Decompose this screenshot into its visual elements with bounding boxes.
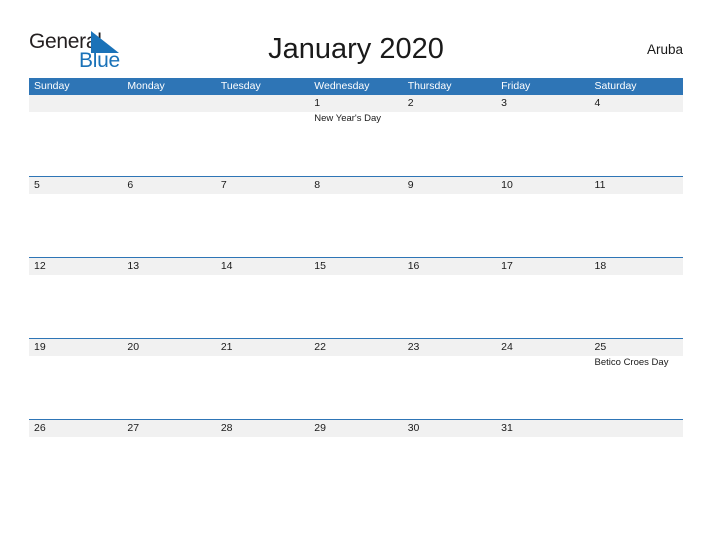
- day-cell[interactable]: 24: [496, 339, 590, 419]
- day-cell[interactable]: 6: [122, 177, 216, 257]
- day-cell[interactable]: 29: [309, 420, 403, 500]
- calendar-page: General Blue January 2020 Aruba Sunday M…: [0, 0, 712, 550]
- day-number: 24: [501, 341, 513, 353]
- day-number: 12: [34, 260, 46, 272]
- day-cell[interactable]: 31: [496, 420, 590, 500]
- calendar-week-row: 12 13 14 15 16 17 18: [29, 257, 683, 338]
- day-cell[interactable]: 1 New Year's Day: [309, 95, 403, 175]
- calendar-week-row: 26 27 28 29 30 31: [29, 419, 683, 500]
- weekday-header-row: Sunday Monday Tuesday Wednesday Thursday…: [29, 78, 683, 95]
- day-cell[interactable]: 14: [215, 258, 310, 338]
- day-cell[interactable]: 22: [309, 339, 403, 419]
- weekday-header-sunday: Sunday: [34, 80, 70, 92]
- day-cell[interactable]: 15: [309, 258, 403, 338]
- day-cell[interactable]: 25 Betico Croes Day: [589, 339, 683, 419]
- day-number: 23: [407, 341, 420, 353]
- day-cell[interactable]: 12: [29, 258, 123, 338]
- day-number: 21: [220, 341, 233, 353]
- day-cell[interactable]: [215, 95, 310, 175]
- page-header: General Blue January 2020 Aruba: [0, 28, 712, 74]
- day-cell[interactable]: 5: [29, 177, 123, 257]
- day-cell[interactable]: [122, 95, 216, 175]
- day-cell[interactable]: 4: [589, 95, 683, 175]
- weekday-header-wednesday: Wednesday: [314, 80, 370, 92]
- day-cell[interactable]: 13: [122, 258, 216, 338]
- calendar-week-row: 1 New Year's Day 2 3 4: [29, 95, 683, 176]
- day-number: 16: [407, 260, 420, 272]
- day-number: 20: [127, 341, 140, 353]
- day-cell[interactable]: 11: [589, 177, 683, 257]
- weekday-header-tuesday: Tuesday: [220, 80, 261, 92]
- day-cell[interactable]: 21: [215, 339, 310, 419]
- day-number: 9: [407, 179, 414, 191]
- day-cell[interactable]: 23: [402, 339, 497, 419]
- day-number: 1: [314, 97, 321, 109]
- calendar-week-row: 19 20 21 22 23 24 25 Betico Croes Day: [29, 338, 683, 419]
- day-number: 15: [314, 260, 326, 272]
- day-cell[interactable]: [29, 95, 123, 175]
- day-number: 11: [594, 179, 606, 191]
- day-number: 10: [501, 179, 513, 191]
- weekday-header-friday: Friday: [501, 80, 531, 92]
- day-number: 17: [501, 260, 513, 272]
- weekday-header-saturday: Saturday: [594, 80, 637, 92]
- day-cell[interactable]: 7: [215, 177, 310, 257]
- day-number: 28: [220, 422, 233, 434]
- day-number: 4: [594, 97, 601, 109]
- day-number: 26: [34, 422, 46, 434]
- day-cell[interactable]: 17: [496, 258, 590, 338]
- day-number: 25: [594, 341, 607, 353]
- day-cell[interactable]: 27: [122, 420, 216, 500]
- day-cell[interactable]: 19: [29, 339, 123, 419]
- country-label: Aruba: [646, 42, 683, 57]
- day-number: 22: [314, 341, 326, 353]
- day-cell[interactable]: 2: [402, 95, 497, 175]
- day-number: 2: [407, 97, 414, 109]
- page-title: January 2020: [268, 33, 444, 65]
- calendar-grid: Sunday Monday Tuesday Wednesday Thursday…: [29, 78, 683, 500]
- day-cell[interactable]: 18: [589, 258, 683, 338]
- day-number: 5: [34, 179, 40, 191]
- day-number: 29: [314, 422, 326, 434]
- weekday-header-thursday: Thursday: [407, 80, 452, 92]
- calendar-week-row: 5 6 7 8 9 10 11: [29, 176, 683, 257]
- day-event: New Year's Day: [314, 113, 382, 124]
- weekday-header-monday: Monday: [127, 80, 165, 92]
- day-cell[interactable]: 30: [402, 420, 497, 500]
- day-number: 13: [127, 260, 140, 272]
- day-cell[interactable]: 20: [122, 339, 216, 419]
- day-cell[interactable]: 9: [402, 177, 497, 257]
- day-number: 14: [220, 260, 233, 272]
- day-number: 19: [34, 341, 46, 353]
- day-cell[interactable]: 8: [309, 177, 403, 257]
- day-number: 6: [127, 179, 134, 191]
- day-number: 8: [314, 179, 321, 191]
- day-number: 18: [594, 260, 607, 272]
- day-number: 3: [501, 97, 507, 109]
- day-cell[interactable]: 26: [29, 420, 123, 500]
- day-number: 30: [407, 422, 420, 434]
- day-cell[interactable]: 16: [402, 258, 497, 338]
- day-cell[interactable]: [589, 420, 683, 500]
- day-cell[interactable]: 3: [496, 95, 590, 175]
- day-number: 31: [501, 422, 513, 434]
- day-number: 27: [127, 422, 140, 434]
- day-number: 7: [220, 179, 227, 191]
- day-cell[interactable]: 10: [496, 177, 590, 257]
- day-cell[interactable]: 28: [215, 420, 310, 500]
- day-event: Betico Croes Day: [594, 357, 669, 368]
